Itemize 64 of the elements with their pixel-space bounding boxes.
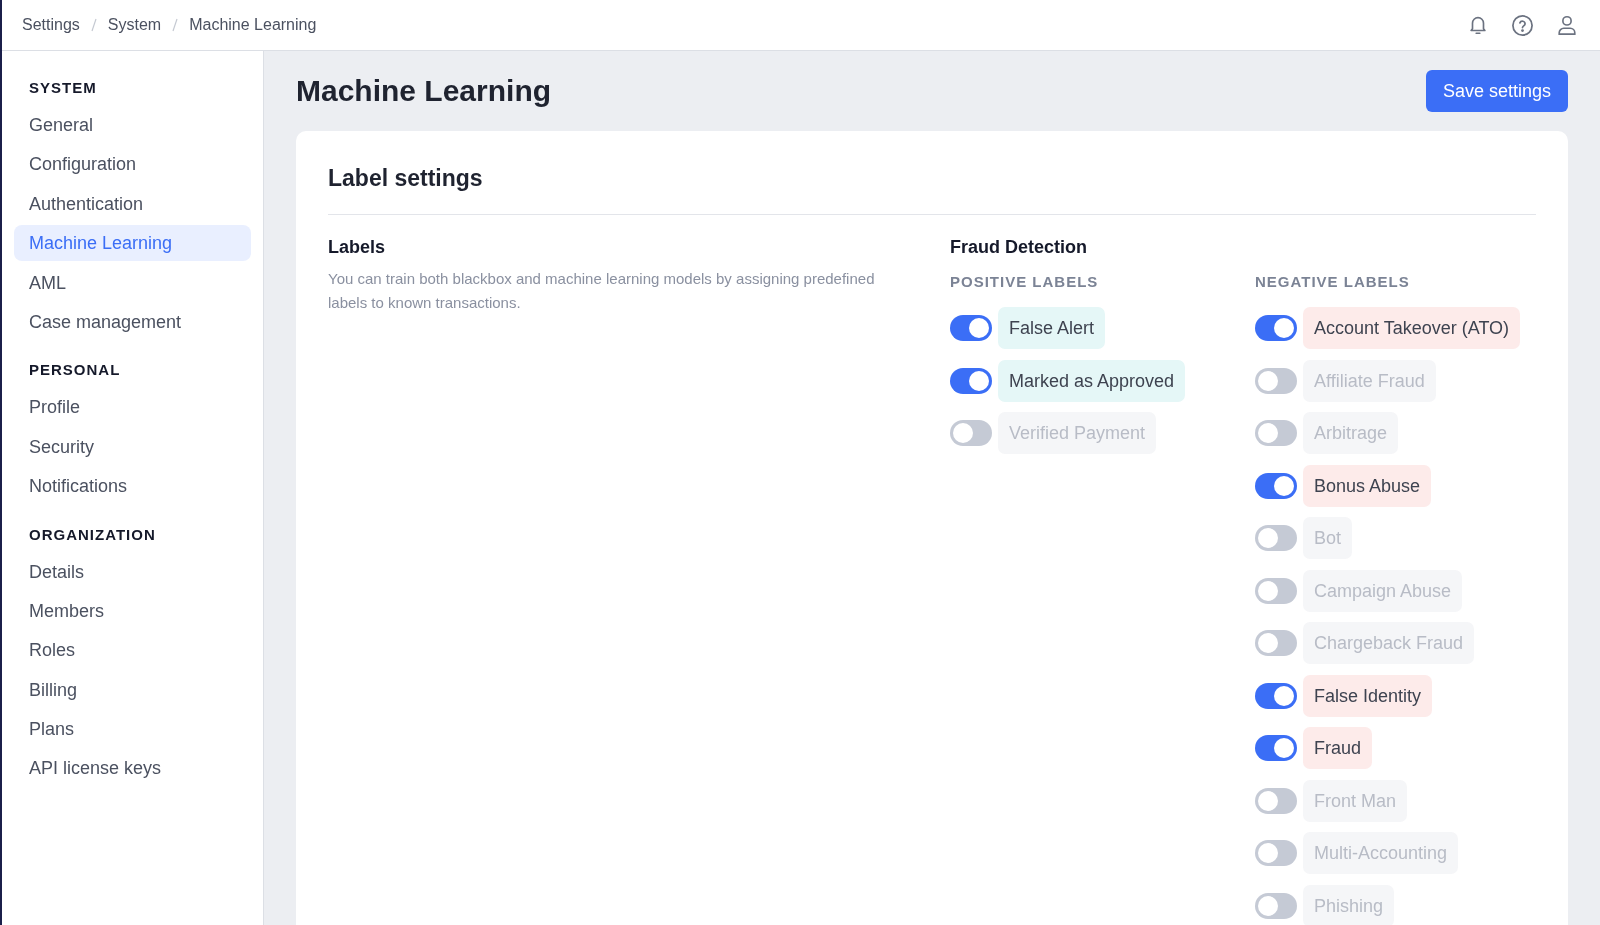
toggle-switch[interactable] (950, 367, 992, 394)
bell-icon[interactable] (1467, 14, 1489, 36)
breadcrumb-link[interactable]: Machine Learning (189, 16, 317, 34)
sidebar-item[interactable]: Details (14, 553, 251, 590)
toggle-switch[interactable] (1255, 525, 1297, 551)
card-title: Label settings (328, 164, 484, 193)
label-tag: Affiliate Fraud (1303, 359, 1436, 402)
sidebar-item[interactable]: Plans (14, 711, 251, 748)
breadcrumb-link[interactable]: Settings (22, 16, 80, 34)
toggle-switch[interactable] (1255, 577, 1297, 604)
labels-description: You can train both blackbox and machine learning models by assigning predefined labels to known transactions. (328, 269, 876, 313)
label-tag: Bonus Abuse (1303, 464, 1432, 507)
toggle-switch[interactable] (1255, 630, 1297, 656)
sidebar-item[interactable]: Machine Learning (14, 225, 251, 262)
sidebar-item[interactable]: Roles (14, 632, 251, 669)
label-tag: Account Takeover (ATO) (1303, 307, 1521, 349)
toggle-switch[interactable] (1255, 472, 1297, 499)
label-tag: Multi-Accounting (1303, 832, 1459, 874)
help-icon[interactable] (1511, 13, 1534, 37)
toggle-switch[interactable] (1255, 315, 1297, 341)
section-heading: PERSONAL (28, 360, 122, 381)
label-tag: Bot (1303, 517, 1353, 559)
toggle-switch[interactable] (1255, 682, 1297, 709)
label-tag: Fraud (1303, 727, 1373, 769)
toggle-switch[interactable] (1255, 840, 1297, 866)
save-button[interactable]: Save settings (1425, 70, 1568, 112)
toggle-switch[interactable] (950, 420, 992, 446)
toggle-switch[interactable] (1255, 367, 1297, 394)
sidebar-item[interactable]: API license keys (14, 750, 251, 787)
toggle-switch[interactable] (1255, 735, 1297, 761)
label-tag: Marked as Approved (998, 359, 1186, 402)
label-tag: False Alert (998, 307, 1106, 349)
column-heading: POSITIVE LABELS (950, 273, 1100, 292)
label-tag: Phishing (1303, 884, 1395, 925)
sidebar-item[interactable]: Case management (14, 303, 251, 340)
breadcrumb-separator (89, 18, 98, 32)
sidebar-item[interactable]: General (14, 107, 251, 143)
sidebar-item[interactable]: Security (14, 428, 251, 465)
sidebar-item[interactable]: Authentication (14, 185, 251, 222)
sidebar-item[interactable]: Profile (14, 389, 251, 426)
sidebar-item[interactable]: Billing (14, 671, 251, 708)
label-tag: Arbitrage (1303, 412, 1399, 454)
section-heading: ORGANIZATION (28, 524, 157, 545)
breadcrumb-link[interactable]: System (107, 16, 162, 34)
sidebar-item[interactable]: AML (14, 264, 251, 301)
group-heading: Fraud Detection (950, 237, 1088, 259)
column-heading: NEGATIVE LABELS (1255, 273, 1411, 292)
label-tag: Front Man (1303, 779, 1408, 822)
toggle-switch[interactable] (950, 315, 992, 341)
label-tag: Campaign Abuse (1303, 569, 1463, 612)
toggle-switch[interactable] (1255, 787, 1297, 814)
sidebar-item[interactable]: Members (14, 592, 251, 629)
label-tag: Verified Payment (998, 412, 1157, 454)
label-tag: Chargeback Fraud (1303, 622, 1475, 664)
section-heading: SYSTEM (28, 78, 98, 98)
page-title: Machine Learning (296, 74, 552, 108)
toggle-switch[interactable] (1255, 420, 1297, 446)
user-icon[interactable] (1556, 14, 1578, 36)
labels-heading: Labels (328, 237, 387, 259)
sidebar-item[interactable]: Configuration (14, 146, 251, 183)
label-tag: False Identity (1303, 674, 1433, 717)
breadcrumb-separator (171, 18, 180, 32)
sidebar-item[interactable]: Notifications (14, 468, 251, 505)
toggle-switch[interactable] (1255, 892, 1297, 919)
